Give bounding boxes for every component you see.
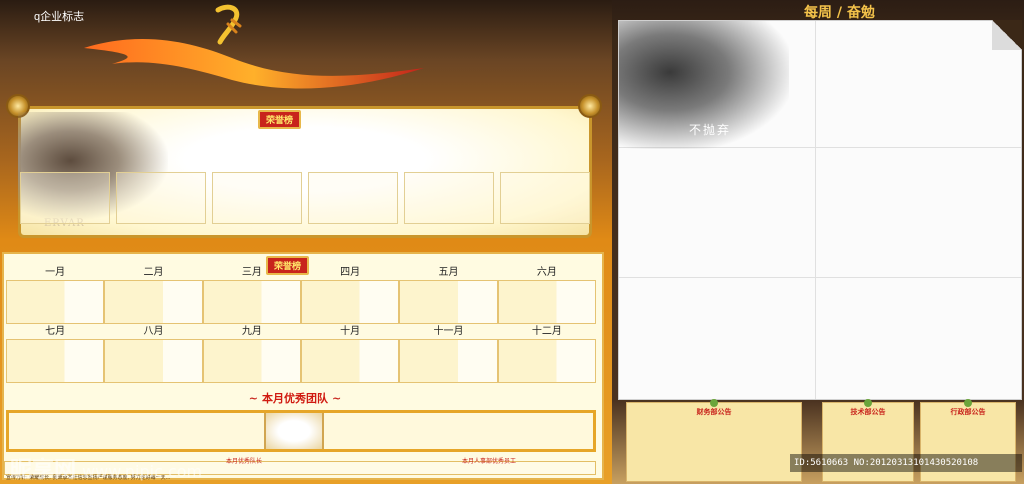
company-logo-text: q企业标志 — [34, 11, 85, 23]
month-photo-box — [497, 339, 596, 383]
photo-slot — [116, 172, 206, 224]
pin-icon — [710, 399, 718, 407]
month-photo-box — [202, 339, 301, 383]
notice-finance: 财务部公告 — [626, 399, 802, 482]
month-label: 十一月 — [433, 326, 464, 337]
team-photo — [264, 413, 324, 449]
honor-badge: 荣誉榜 — [258, 110, 302, 129]
photo-slot — [308, 172, 398, 224]
month-photo-box — [301, 280, 400, 324]
notice-title: 财务部公告 — [696, 408, 732, 416]
flame-ribbon — [84, 39, 424, 89]
photo-slot — [212, 172, 302, 224]
photo-slot — [500, 172, 590, 224]
month-photo-box — [399, 339, 498, 383]
poster-text: 不抛弃 — [689, 123, 732, 137]
corner-ornament-icon — [578, 94, 602, 118]
image-id-strip: ID:5610663 NO:20120313101430520108 — [790, 454, 1022, 472]
pin-icon — [964, 399, 972, 407]
photo-slot — [20, 172, 110, 224]
month-photo-box — [6, 280, 105, 324]
weekly-paper: 不抛弃 — [618, 20, 1022, 400]
month-label: 十月 — [340, 326, 361, 337]
watermark: 昵享网 www.nipic.com — [10, 452, 202, 484]
month-label: 五月 — [438, 267, 459, 278]
month-label: 三月 — [241, 267, 262, 278]
month-label: 九月 — [241, 326, 262, 337]
honor-photo-slots — [20, 172, 590, 224]
watermark-url: www.nipic.com — [82, 462, 203, 481]
month-label: 六月 — [536, 267, 557, 278]
month-photo-box — [399, 280, 498, 324]
captain-label: 本月优秀队长 — [226, 458, 263, 465]
watermark-brand: 昵享网 — [10, 458, 77, 483]
month-photo-box — [301, 339, 400, 383]
photo-slot — [404, 172, 494, 224]
month-photo-box — [497, 280, 596, 324]
month-photo-box — [6, 339, 105, 383]
pin-icon — [864, 399, 872, 407]
month-label: 二月 — [143, 267, 164, 278]
month-label: 七月 — [45, 326, 66, 337]
month-photo-box — [104, 339, 203, 383]
month-row-2: 七月 八月 九月 十月 十一月 十二月 — [6, 325, 596, 383]
month-row-1: 一月 二月 三月 四月 五月 六月 — [6, 266, 596, 324]
team-title: 本月优秀团队 — [220, 390, 370, 406]
hr-employee-label: 本月人事部优秀员工 — [462, 458, 517, 465]
page-fold-icon — [992, 20, 1022, 50]
month-label: 一月 — [45, 267, 66, 278]
notice-title: 技术部公告 — [850, 408, 886, 416]
month-photo-box — [104, 280, 203, 324]
month-label: 八月 — [143, 326, 164, 337]
month-label: 十二月 — [531, 326, 562, 337]
month-photo-box — [202, 280, 301, 324]
month-label: 四月 — [340, 267, 361, 278]
notice-title: 行政部公告 — [950, 408, 986, 416]
